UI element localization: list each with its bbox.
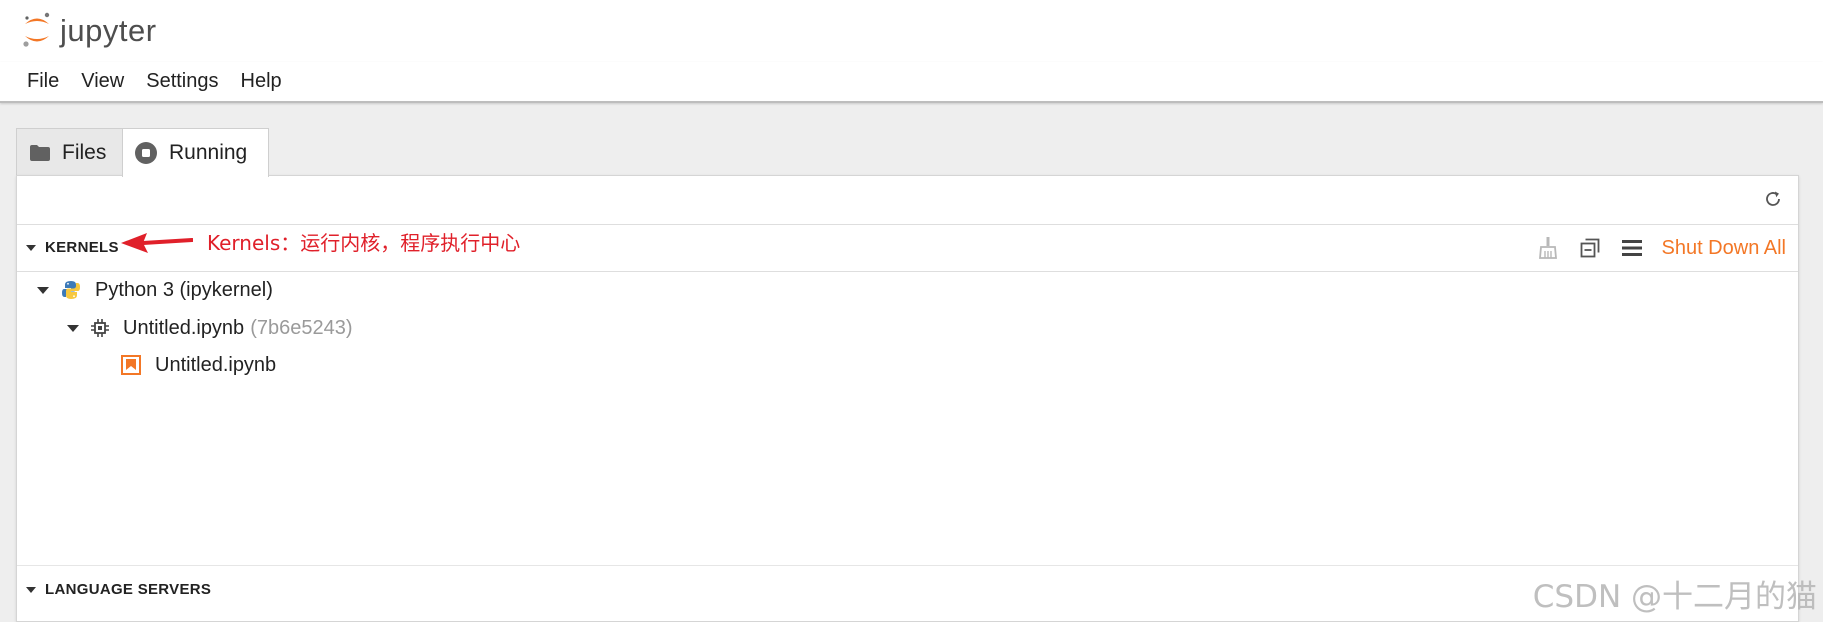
kernels-section-header[interactable]: KERNELS Kernels：运行内核，程序执行中心 Shut Down Al… (17, 224, 1798, 272)
refresh-icon (1766, 191, 1780, 206)
annotation: Kernels：运行内核，程序执行中心 (121, 227, 520, 256)
tab-running[interactable]: Running (122, 128, 269, 177)
session-expand-caret[interactable] (67, 324, 79, 332)
annotation-text: Kernels：运行内核，程序执行中心 (207, 231, 521, 255)
list-icon (1622, 240, 1643, 256)
language-servers-section-header[interactable]: LANGUAGE SERVERS (17, 565, 1798, 613)
menu-view[interactable]: View (70, 70, 135, 93)
session-row[interactable]: Untitled.ipynb (7b6e5243) (67, 310, 353, 346)
kernel-expand-caret[interactable] (37, 286, 49, 294)
jupyter-logo-icon (23, 12, 50, 47)
menu-bar: File View Settings Help (0, 62, 1823, 103)
jupyter-logo[interactable]: jupyter (22, 8, 157, 52)
running-panel: KERNELS Kernels：运行内核，程序执行中心 Shut Down Al… (16, 175, 1799, 622)
menu-help[interactable]: Help (230, 70, 293, 93)
kernels-actions: Shut Down All (1521, 224, 1786, 272)
kernels-collapse-caret[interactable] (26, 244, 36, 251)
session-id: (7b6e5243) (250, 316, 353, 339)
notebook-icon (121, 355, 141, 375)
shutdown-all-button[interactable]: Shut Down All (1661, 237, 1786, 260)
language-servers-section-title: LANGUAGE SERVERS (45, 581, 212, 598)
tab-files[interactable]: Files (16, 128, 123, 176)
tab-running-label: Running (169, 141, 248, 164)
menu-settings[interactable]: Settings (135, 70, 229, 93)
menu-file[interactable]: File (16, 70, 70, 93)
watermark: CSDN @十二月的猫 (1532, 579, 1817, 615)
collapse-all-button[interactable] (1575, 233, 1605, 263)
stop-circle-icon (135, 142, 157, 164)
panel-toolbar (17, 176, 1798, 225)
folder-icon (30, 144, 50, 161)
kernel-chip-icon (91, 319, 109, 337)
session-name: Untitled.ipynb (123, 316, 245, 339)
python-icon (61, 280, 81, 300)
kernel-name: Python 3 (ipykernel) (95, 278, 273, 301)
clear-button[interactable] (1533, 233, 1563, 263)
list-view-button[interactable] (1617, 233, 1647, 263)
refresh-button[interactable] (1762, 188, 1784, 210)
logo-text: jupyter (60, 12, 157, 48)
document-row[interactable]: Untitled.ipynb (121, 347, 276, 383)
document-name: Untitled.ipynb (155, 353, 277, 376)
broom-icon (1539, 237, 1558, 259)
tab-files-label: Files (62, 140, 107, 164)
kernels-section-title: KERNELS (45, 239, 119, 256)
top-bar: jupyter (0, 0, 1823, 63)
collapse-all-icon (1581, 238, 1600, 258)
kernel-row[interactable]: Python 3 (ipykernel) (37, 272, 273, 308)
red-arrow-annotation (121, 232, 193, 253)
language-servers-collapse-caret[interactable] (26, 586, 36, 593)
